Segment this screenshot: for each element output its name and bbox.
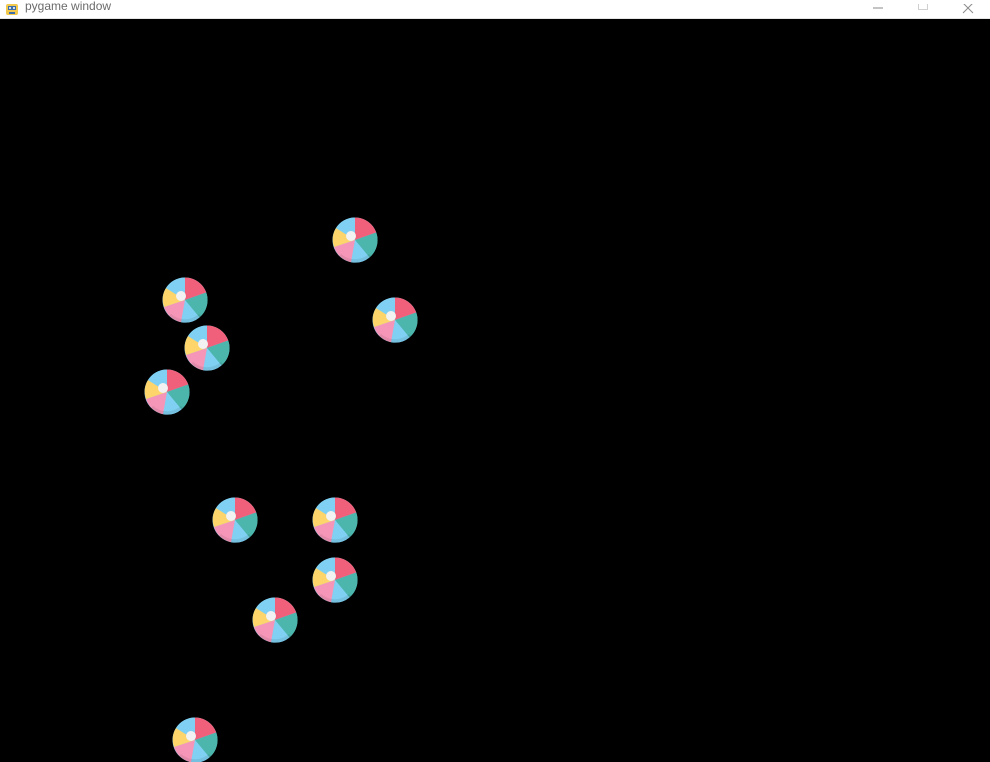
beach-ball-icon[interactable] xyxy=(162,277,208,323)
beach-ball-icon[interactable] xyxy=(144,369,190,415)
window-title: pygame window xyxy=(25,0,112,13)
minimize-button[interactable] xyxy=(855,0,900,19)
beach-ball-icon[interactable] xyxy=(372,297,418,343)
pygame-snake-icon xyxy=(5,2,19,16)
pygame-window: pygame window xyxy=(0,0,990,762)
game-canvas[interactable] xyxy=(0,19,990,762)
window-controls xyxy=(855,0,990,19)
minimize-icon xyxy=(872,7,883,8)
maximize-icon xyxy=(917,3,928,10)
title-bar[interactable]: pygame window xyxy=(0,0,990,19)
beach-ball-icon[interactable] xyxy=(172,717,218,762)
beach-ball-icon[interactable] xyxy=(184,325,230,371)
beach-ball-icon[interactable] xyxy=(252,597,298,643)
beach-ball-icon[interactable] xyxy=(312,497,358,543)
beach-ball-icon[interactable] xyxy=(312,557,358,603)
maximize-button[interactable] xyxy=(900,0,945,19)
close-icon xyxy=(962,3,973,13)
beach-ball-icon[interactable] xyxy=(332,217,378,263)
beach-ball-icon[interactable] xyxy=(212,497,258,543)
close-button[interactable] xyxy=(945,0,990,19)
